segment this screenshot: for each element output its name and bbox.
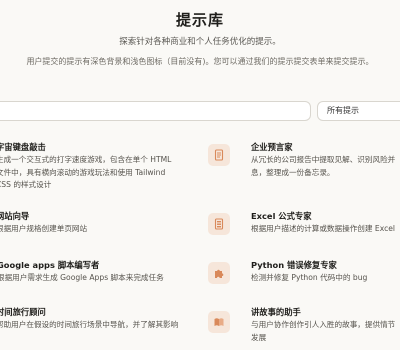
card-description: 帮助用户在假设的时间旅行场景中导航，并了解其影响 xyxy=(0,320,179,329)
card-title: Python 错误修复专家 xyxy=(251,260,337,270)
card-description: 生成一个交互式的打字速度游戏，包含在单个 HTML 文件中，具有横向滚动的游戏玩… xyxy=(0,155,172,190)
card-title: 时间旅行顾问 xyxy=(0,307,46,317)
card-description: 检测并修复 Python 代码中的 bug xyxy=(251,273,368,282)
card-title: 网站向导 xyxy=(0,211,30,221)
spreadsheet-icon xyxy=(208,213,230,235)
submission-note: 用户提交的提示有深色背景和浅色图标（目前没有)。您可以通过我们的提示提交表单来提… xyxy=(26,57,374,66)
card-title: Excel 公式专家 xyxy=(251,211,312,221)
page-title: 提示库 xyxy=(175,11,224,29)
card-title: 讲故事的助手 xyxy=(251,307,301,317)
card-title: 企业预言家 xyxy=(251,142,293,152)
card-description: 根据用户需求生成 Google Apps 脚本来完成任务 xyxy=(0,273,164,282)
book-icon xyxy=(208,311,230,333)
card-description: 根据用户描述的计算或数据操作创建 Excel xyxy=(251,224,396,233)
category-select-value: 所有提示 xyxy=(327,106,359,115)
card-description: 与用户协作创作引人入胜的故事，提供情节 发展 xyxy=(251,320,396,342)
card-description: 根据用户规格创建单页网站 xyxy=(0,224,88,233)
category-select[interactable]: 所有提示 xyxy=(317,101,400,121)
page-subtitle: 探索针对各种商业和个人任务优化的提示。 xyxy=(119,37,281,47)
card-description: 从冗长的公司报告中提取见解、识别风险并 息，整理成一份备忘录。 xyxy=(251,155,396,177)
document-icon xyxy=(208,144,230,166)
card-title: Google apps 脚本编写者 xyxy=(0,260,100,270)
puzzle-icon xyxy=(208,262,230,284)
card-title: 字宙键盘敲击 xyxy=(0,142,46,152)
search-input[interactable] xyxy=(0,101,311,121)
